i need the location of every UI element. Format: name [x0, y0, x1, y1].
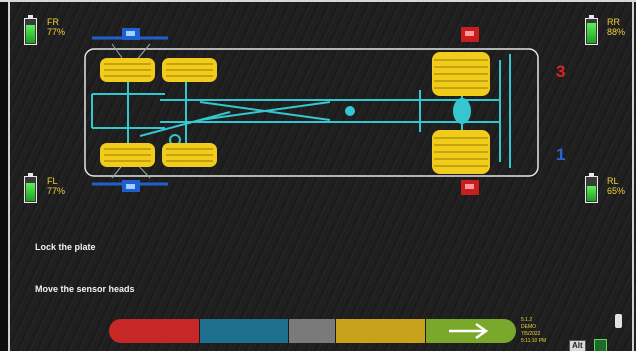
- wheel-rear-bottom: [432, 130, 490, 174]
- wheel-front-left-2: [162, 58, 217, 82]
- progress-step-gray: [289, 319, 336, 343]
- progress-step-yellow: [335, 319, 426, 343]
- sensor-head-rl-icon: [461, 180, 479, 195]
- time-label: 5:11:10 PM: [521, 338, 547, 344]
- mode-label: DEMO: [521, 324, 536, 330]
- instruction-lock-plate: Lock the plate: [35, 242, 96, 252]
- progress-step-blue: [200, 319, 290, 343]
- vehicle-diagram: [84, 27, 539, 195]
- alignment-screen: FR 77% FL 77% RR 88% RL 65% 3 1 Lock the…: [0, 0, 636, 351]
- wheel-front-right-1: [100, 143, 155, 167]
- wheel-rear-top: [432, 52, 490, 96]
- date-label: 7/5/2022: [521, 331, 541, 337]
- instruction-move-sensors: Move the sensor heads: [35, 284, 135, 294]
- marker-bottom: 1: [556, 145, 566, 164]
- version-label: 5.1.2: [521, 317, 533, 323]
- alt-badge[interactable]: Alt: [569, 340, 586, 351]
- network-status-icon: [594, 339, 607, 351]
- progress-step-red: [109, 319, 201, 343]
- sensor-head-rr-icon: [461, 27, 479, 42]
- marker-top: 3: [556, 62, 566, 81]
- sensor-head-fr-icon: [92, 28, 168, 63]
- wheel-front-right-2: [162, 143, 217, 167]
- next-arrow-icon[interactable]: [446, 320, 494, 342]
- device-icon: [615, 314, 622, 328]
- wheel-front-left-1: [100, 58, 155, 82]
